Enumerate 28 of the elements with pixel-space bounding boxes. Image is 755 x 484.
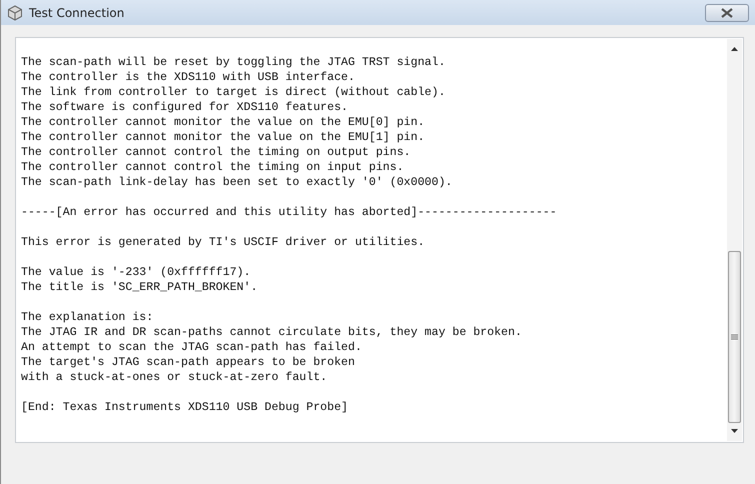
scrollbar[interactable] — [727, 39, 742, 441]
scroll-down-icon[interactable] — [731, 429, 738, 433]
output-line: The controller cannot monitor the value on the EMU[1] pin. — [21, 130, 425, 145]
output-line: The link from controller to target is direct (without cable). — [21, 85, 446, 100]
output-line: The value is '-233' (0xffffff17). — [21, 265, 251, 280]
output-line: The scan-path will be reset by toggling the JTAG TRST signal. — [21, 55, 446, 70]
scroll-thumb[interactable] — [728, 251, 741, 423]
output-line: with a stuck-at-ones or stuck-at-zero fault. — [21, 370, 328, 385]
output-line: [End: Texas Instruments XDS110 USB Debug Probe] — [21, 400, 348, 415]
output-line: The explanation is: — [21, 310, 154, 325]
output-line: This error is generated by TI's USCIF driver or utilities. — [21, 235, 425, 250]
cube-icon — [7, 4, 23, 20]
scroll-up-icon[interactable] — [731, 47, 738, 51]
close-button[interactable] — [705, 4, 749, 22]
output-line: The controller cannot control the timing on output pins. — [21, 145, 411, 160]
output-line: The controller cannot control the timing on input pins. — [21, 160, 404, 175]
output-line: -----[An error has occurred and this utility has aborted]-------------------- — [21, 205, 557, 220]
output-line: The JTAG IR and DR scan-paths cannot circulate bits, they may be broken. — [21, 325, 522, 340]
output-line: An attempt to scan the JTAG scan-path has failed. — [21, 340, 362, 355]
window-title: Test Connection — [29, 6, 126, 20]
output-line: The title is 'SC_ERR_PATH_BROKEN'. — [21, 280, 258, 295]
output-line: The scan-path link-delay has been set to exactly '0' (0x0000). — [21, 175, 452, 190]
output-line: The software is configured for XDS110 features. — [21, 100, 348, 115]
close-icon — [720, 8, 734, 18]
grip-icon — [731, 334, 738, 340]
output-line: The controller is the XDS110 with USB interface. — [21, 70, 355, 85]
output-line: The controller cannot monitor the value on the EMU[0] pin. — [21, 115, 425, 130]
output-line: The target's JTAG scan-path appears to be broken — [21, 355, 355, 370]
